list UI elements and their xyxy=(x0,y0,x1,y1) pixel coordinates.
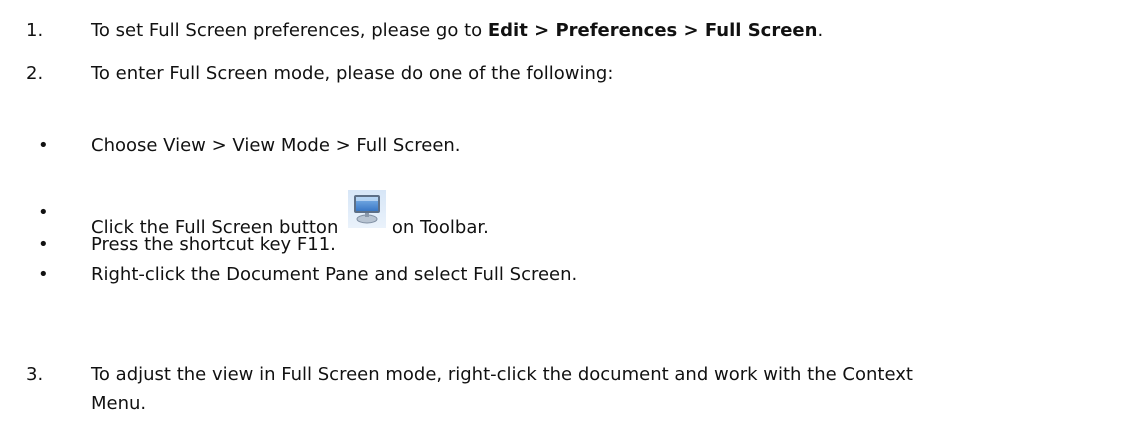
list-item-3: 3. To adjust the view in Full Screen mod… xyxy=(26,364,1116,424)
bullet-symbol: • xyxy=(38,264,49,285)
bullet-item-3: • Press the shortcut key F11. xyxy=(38,234,1038,258)
bullet-symbol: • xyxy=(38,234,49,255)
list-text: To set Full Screen preferences, please g… xyxy=(91,20,823,42)
list-text-line-2: Menu. xyxy=(91,393,147,414)
bullet-symbol: • xyxy=(38,202,49,223)
bullet-text: Right-click the Document Pane and select… xyxy=(91,264,578,285)
list-item-1: 1. To set Full Screen preferences, pleas… xyxy=(26,20,1106,44)
bullet-text: Press the shortcut key F11. xyxy=(91,234,336,255)
list-text-before: To set Full Screen preferences, please g… xyxy=(91,20,488,41)
list-item-2: 2. To enter Full Screen mode, please do … xyxy=(26,63,1106,87)
bullet-item-2: • Click the Full Screen button on Toolba… xyxy=(38,184,1038,238)
bullet-text: Choose View > View Mode > Full Screen. xyxy=(91,135,461,156)
bullet-symbol: • xyxy=(38,135,49,156)
list-number: 2. xyxy=(26,63,44,84)
menu-path: Edit > Preferences > Full Screen xyxy=(487,20,818,41)
list-text: To enter Full Screen mode, please do one… xyxy=(91,63,614,84)
full-screen-monitor-icon xyxy=(348,190,387,228)
bullet-item-1: • Choose View > View Mode > Full Screen. xyxy=(38,135,1038,159)
list-number: 3. xyxy=(26,364,44,385)
list-number: 1. xyxy=(26,20,44,41)
list-text-after: . xyxy=(817,20,824,41)
list-text-line-1: To adjust the view in Full Screen mode, … xyxy=(91,364,913,385)
bullet-item-4: • Right-click the Document Pane and sele… xyxy=(38,264,1038,288)
